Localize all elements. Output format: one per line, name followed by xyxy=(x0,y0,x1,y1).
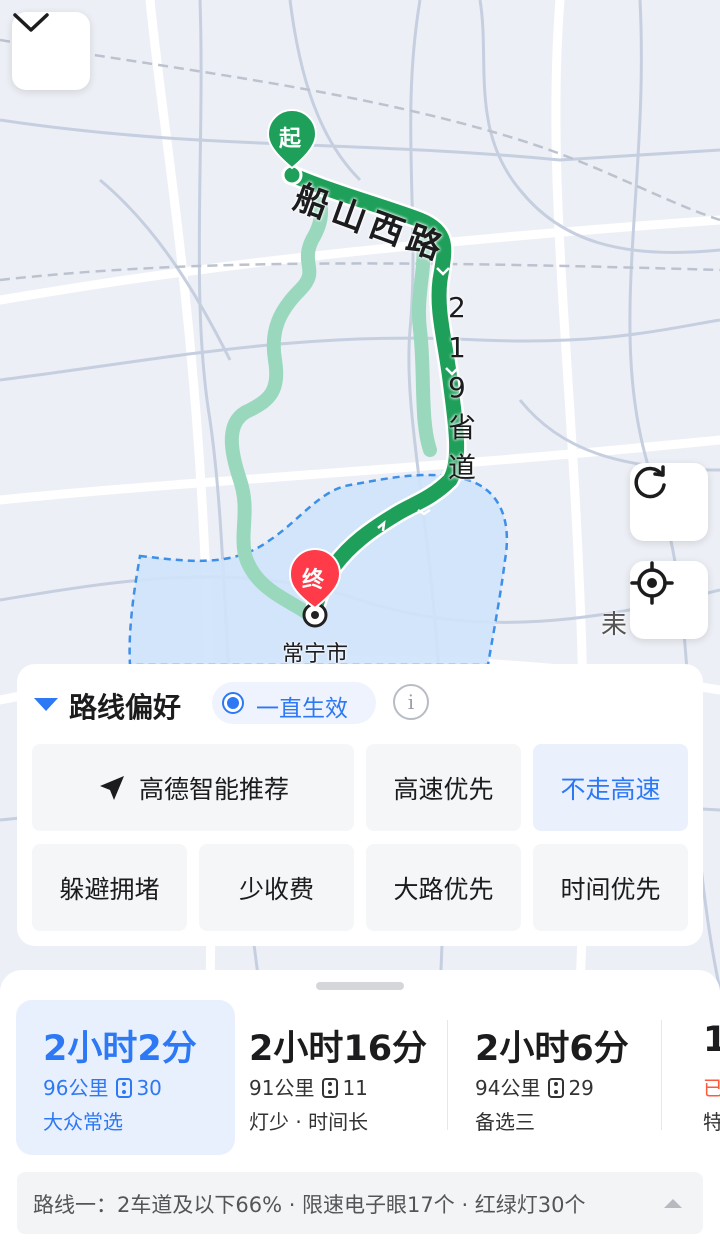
route-preference-panel: 路线偏好 一直生效 i 高德智能推荐 高速优先 不走高速 躲避拥堵 少收费 大路… xyxy=(17,664,703,946)
route-lights: 11 xyxy=(342,1076,368,1100)
pref-no-highway-label: 不走高速 xyxy=(560,774,661,804)
pref-avoid-highway-button[interactable]: 不走高速 xyxy=(533,744,688,831)
always-apply-label: 一直生效 xyxy=(256,696,348,722)
pref-time-label: 时间优先 xyxy=(560,874,661,904)
pref-main-road-button[interactable]: 大路优先 xyxy=(366,844,521,931)
drag-handle[interactable] xyxy=(316,982,404,990)
route-summary-bar[interactable]: 路线一：2车道及以下66% · 限速电子眼17个 · 红绿灯30个 xyxy=(17,1172,703,1234)
route-meta: 96公里 30 xyxy=(43,1072,162,1101)
always-apply-toggle[interactable]: 一直生效 xyxy=(212,682,376,724)
pref-highway-first-button[interactable]: 高速优先 xyxy=(366,744,521,831)
traffic-light-icon xyxy=(322,1078,339,1098)
pref-main-road-label: 大路优先 xyxy=(393,874,494,904)
locate-button[interactable] xyxy=(630,561,708,639)
route-distance: 96公里 xyxy=(43,1076,109,1100)
route-bottom-sheet: 2小时2分 96公里 30 大众常选 2小时16分 91公里 11 灯少 · 时间长… xyxy=(0,970,720,1253)
locate-icon xyxy=(630,561,674,605)
pref-less-toll-label: 少收费 xyxy=(238,874,314,904)
chevron-down-icon xyxy=(13,13,49,32)
route-tag: 大众常选 xyxy=(43,1110,123,1134)
refresh-button[interactable] xyxy=(630,463,708,541)
pref-time-first-button[interactable]: 时间优先 xyxy=(533,844,688,931)
refresh-icon xyxy=(634,465,666,499)
road-label-s219: 219省道 xyxy=(448,291,477,484)
route-option-4[interactable]: 1 已 特 xyxy=(676,1000,720,1155)
start-marker-label: 起 xyxy=(279,127,302,152)
pref-avoid-congestion-button[interactable]: 躲避拥堵 xyxy=(32,844,187,931)
route-meta: 91公里 11 xyxy=(249,1072,368,1101)
collapse-button[interactable] xyxy=(12,12,90,90)
caret-down-icon[interactable] xyxy=(34,698,58,711)
route-tag: 特 xyxy=(703,1110,720,1134)
preference-header: 路线偏好 一直生效 i xyxy=(17,682,703,726)
route-time: 2小时6分 xyxy=(475,1029,629,1069)
route-meta: 94公里 29 xyxy=(475,1072,594,1101)
route-option-2[interactable]: 2小时16分 91公里 11 灯少 · 时间长 xyxy=(222,1000,447,1155)
route-option-1[interactable]: 2小时2分 96公里 30 大众常选 xyxy=(16,1000,235,1155)
railways xyxy=(0,38,720,282)
route-time: 2小时16分 xyxy=(249,1029,428,1069)
route-distance: 94公里 xyxy=(475,1076,541,1100)
route-time: 1 xyxy=(703,1020,720,1060)
route-tag: 灯少 · 时间长 xyxy=(249,1110,369,1134)
route-tag: 备选三 xyxy=(475,1110,535,1134)
traffic-light-icon xyxy=(548,1078,565,1098)
info-icon[interactable]: i xyxy=(393,684,429,720)
traffic-light-icon xyxy=(116,1078,133,1098)
pref-highway-label: 高速优先 xyxy=(393,774,494,804)
edge-city-label: 耒 xyxy=(601,610,628,640)
pref-less-toll-button[interactable]: 少收费 xyxy=(199,844,354,931)
route-summary-text: 路线一：2车道及以下66% · 限速电子眼17个 · 红绿灯30个 xyxy=(33,1193,586,1217)
radio-icon xyxy=(222,692,244,714)
route-divider xyxy=(661,1020,662,1130)
route-time: 2小时2分 xyxy=(43,1029,197,1069)
preference-title[interactable]: 路线偏好 xyxy=(69,686,181,726)
pref-smart-label: 高德智能推荐 xyxy=(138,774,289,804)
end-marker-label: 终 xyxy=(302,568,325,593)
caret-up-icon xyxy=(664,1199,682,1208)
route-lights: 30 xyxy=(136,1076,162,1100)
send-arrow-icon xyxy=(99,775,124,800)
route-meta: 已 xyxy=(703,1076,720,1100)
pref-smart-recommend-button[interactable]: 高德智能推荐 xyxy=(32,744,354,831)
route-lights: 29 xyxy=(568,1076,594,1100)
route-distance: 91公里 xyxy=(249,1076,315,1100)
pref-avoid-label: 躲避拥堵 xyxy=(59,874,160,904)
route-option-3[interactable]: 2小时6分 94公里 29 备选三 xyxy=(448,1000,660,1155)
